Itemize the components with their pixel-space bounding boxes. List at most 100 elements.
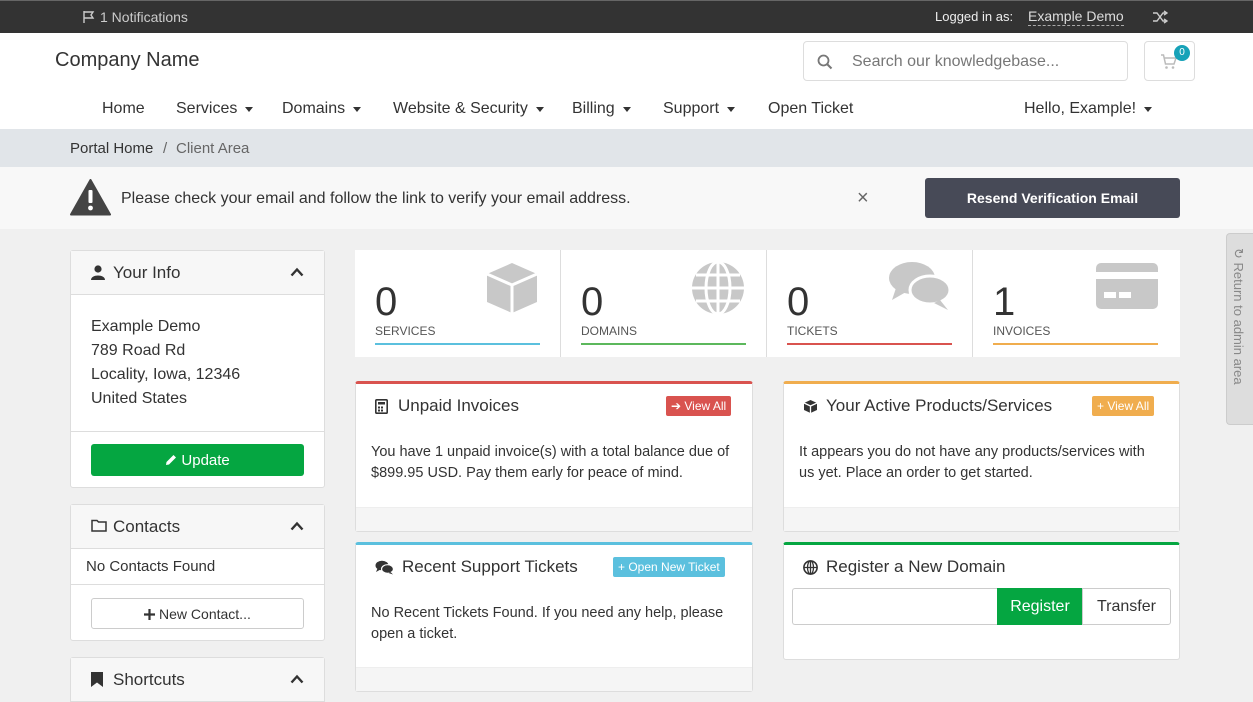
chevron-up-icon[interactable] bbox=[290, 674, 304, 684]
return-to-admin-text: Return to admin area bbox=[1231, 262, 1246, 385]
your-info-header[interactable]: Your Info bbox=[71, 251, 324, 295]
nav-domains[interactable]: Domains bbox=[282, 100, 362, 118]
stat-accent-bar bbox=[375, 343, 540, 345]
nav-open-ticket[interactable]: Open Ticket bbox=[768, 100, 853, 118]
products-view-all-button[interactable]: + View All bbox=[1092, 396, 1155, 416]
stat-label: SERVICES bbox=[375, 324, 436, 338]
support-tickets-card: Recent Support Tickets + Open New Ticket… bbox=[355, 542, 753, 692]
company-logo[interactable]: Company Name bbox=[55, 49, 200, 72]
nav-home[interactable]: Home bbox=[102, 100, 145, 118]
resend-verification-button[interactable]: Resend Verification Email bbox=[925, 178, 1180, 218]
nav-billing-label: Billing bbox=[572, 100, 615, 117]
nav-services[interactable]: Services bbox=[176, 100, 254, 118]
knowledgebase-search bbox=[803, 41, 1128, 81]
stat-value: 0 bbox=[787, 280, 810, 324]
support-tickets-header: Recent Support Tickets + Open New Ticket bbox=[356, 545, 752, 590]
stat-accent-bar bbox=[993, 343, 1158, 345]
nav-website-security[interactable]: Website & Security bbox=[393, 100, 544, 118]
breadcrumb: Portal Home / Client Area bbox=[0, 129, 1253, 167]
logged-in-user-link[interactable]: Example Demo bbox=[1028, 8, 1124, 26]
user-icon bbox=[91, 265, 105, 280]
stat-services[interactable]: 0 SERVICES bbox=[355, 250, 561, 357]
stat-value: 1 bbox=[993, 280, 1016, 324]
plus-icon: + bbox=[618, 560, 629, 574]
stat-accent-bar bbox=[787, 343, 952, 345]
credit-card-icon bbox=[1096, 263, 1158, 309]
stat-label: DOMAINS bbox=[581, 324, 638, 338]
main-nav: Home Services Domains Website & Security… bbox=[0, 96, 1253, 126]
undo-icon: ↻ bbox=[1231, 248, 1246, 263]
stat-domains[interactable]: 0 DOMAINS bbox=[561, 250, 767, 357]
verify-email-alert: Please check your email and follow the l… bbox=[0, 167, 1253, 229]
breadcrumb-home-link[interactable]: Portal Home bbox=[70, 140, 153, 157]
shortcuts-header[interactable]: Shortcuts bbox=[71, 658, 324, 702]
active-products-text: It appears you do not have any products/… bbox=[799, 444, 1145, 481]
arrow-right-icon: ➔ bbox=[671, 399, 685, 413]
shortcuts-title: Shortcuts bbox=[113, 670, 185, 689]
support-tickets-text: No Recent Tickets Found. If you need any… bbox=[371, 605, 724, 642]
alert-message: Please check your email and follow the l… bbox=[121, 190, 631, 207]
chevron-up-icon[interactable] bbox=[290, 267, 304, 277]
unpaid-view-all-button[interactable]: ➔ View All bbox=[666, 396, 732, 416]
chevron-up-icon[interactable] bbox=[290, 521, 304, 531]
unpaid-invoices-text: You have 1 unpaid invoice(s) with a tota… bbox=[371, 444, 730, 481]
nav-support[interactable]: Support bbox=[663, 100, 736, 118]
stat-invoices[interactable]: 1 INVOICES bbox=[973, 250, 1179, 357]
update-button[interactable]: Update bbox=[91, 444, 304, 476]
stat-value: 0 bbox=[375, 280, 398, 324]
nav-account-menu[interactable]: Hello, Example! bbox=[1024, 100, 1153, 118]
caret-down-icon bbox=[727, 106, 736, 112]
cart-button[interactable]: 0 bbox=[1144, 41, 1195, 81]
card-footer bbox=[356, 507, 752, 531]
nav-billing[interactable]: Billing bbox=[572, 100, 631, 118]
notifications-link[interactable]: 1 Notifications bbox=[82, 9, 188, 25]
card-footer bbox=[356, 667, 752, 691]
plus-icon: + bbox=[1097, 399, 1108, 413]
active-products-title: Your Active Products/Services bbox=[826, 396, 1053, 415]
view-all-label: View All bbox=[1107, 399, 1150, 413]
no-contacts-text: No Contacts Found bbox=[86, 558, 216, 575]
stat-label: TICKETS bbox=[787, 324, 838, 338]
logged-in-label: Logged in as: bbox=[935, 9, 1014, 24]
top-bar: 1 Notifications Logged in as: Example De… bbox=[0, 0, 1253, 33]
stats-tiles: 0 SERVICES 0 DOMAINS 0 TICKETS 1 INVOICE… bbox=[355, 250, 1180, 357]
open-new-ticket-label: Open New Ticket bbox=[628, 560, 720, 574]
register-button[interactable]: Register bbox=[997, 588, 1083, 625]
update-button-label: Update bbox=[181, 451, 230, 469]
breadcrumb-separator: / bbox=[163, 140, 168, 157]
search-icon[interactable] bbox=[817, 54, 833, 70]
globe-icon bbox=[803, 560, 818, 575]
breadcrumb-current: Client Area bbox=[176, 140, 250, 157]
nav-home-label: Home bbox=[102, 100, 145, 117]
unpaid-invoices-header: Unpaid Invoices ➔ View All bbox=[356, 384, 752, 429]
return-to-admin-tab[interactable]: ↻ Return to admin area bbox=[1226, 233, 1253, 425]
globe-icon bbox=[692, 260, 744, 316]
nav-account-label: Hello, Example! bbox=[1024, 100, 1137, 117]
search-input[interactable] bbox=[852, 50, 1112, 74]
comments-icon bbox=[889, 262, 952, 310]
info-address2: Locality, Iowa, 12346 bbox=[91, 366, 241, 383]
divider bbox=[71, 584, 324, 585]
notifications-text: 1 Notifications bbox=[100, 9, 188, 25]
new-contact-button[interactable]: New Contact... bbox=[91, 598, 304, 629]
view-all-label: View All bbox=[684, 399, 727, 413]
calculator-icon bbox=[375, 399, 388, 414]
cube-icon bbox=[486, 263, 538, 313]
plus-icon bbox=[144, 608, 156, 620]
register-domain-title: Register a New Domain bbox=[826, 557, 1006, 576]
your-info-title: Your Info bbox=[113, 263, 181, 282]
active-products-card: Your Active Products/Services + View All… bbox=[783, 381, 1180, 532]
bookmark-icon bbox=[91, 672, 103, 687]
shuffle-icon[interactable] bbox=[1152, 9, 1168, 25]
domain-search-input[interactable] bbox=[792, 588, 998, 625]
warning-icon bbox=[70, 179, 111, 216]
open-new-ticket-button[interactable]: + Open New Ticket bbox=[613, 557, 725, 577]
comments-icon bbox=[375, 560, 394, 575]
shortcuts-panel: Shortcuts bbox=[70, 657, 325, 702]
info-country: United States bbox=[91, 390, 188, 407]
contacts-header[interactable]: Contacts bbox=[71, 505, 324, 549]
transfer-button[interactable]: Transfer bbox=[1082, 588, 1171, 625]
close-icon[interactable]: × bbox=[857, 188, 869, 208]
your-info-panel: Your Info Example Demo 789 Road Rd Local… bbox=[70, 250, 325, 488]
stat-tickets[interactable]: 0 TICKETS bbox=[767, 250, 973, 357]
